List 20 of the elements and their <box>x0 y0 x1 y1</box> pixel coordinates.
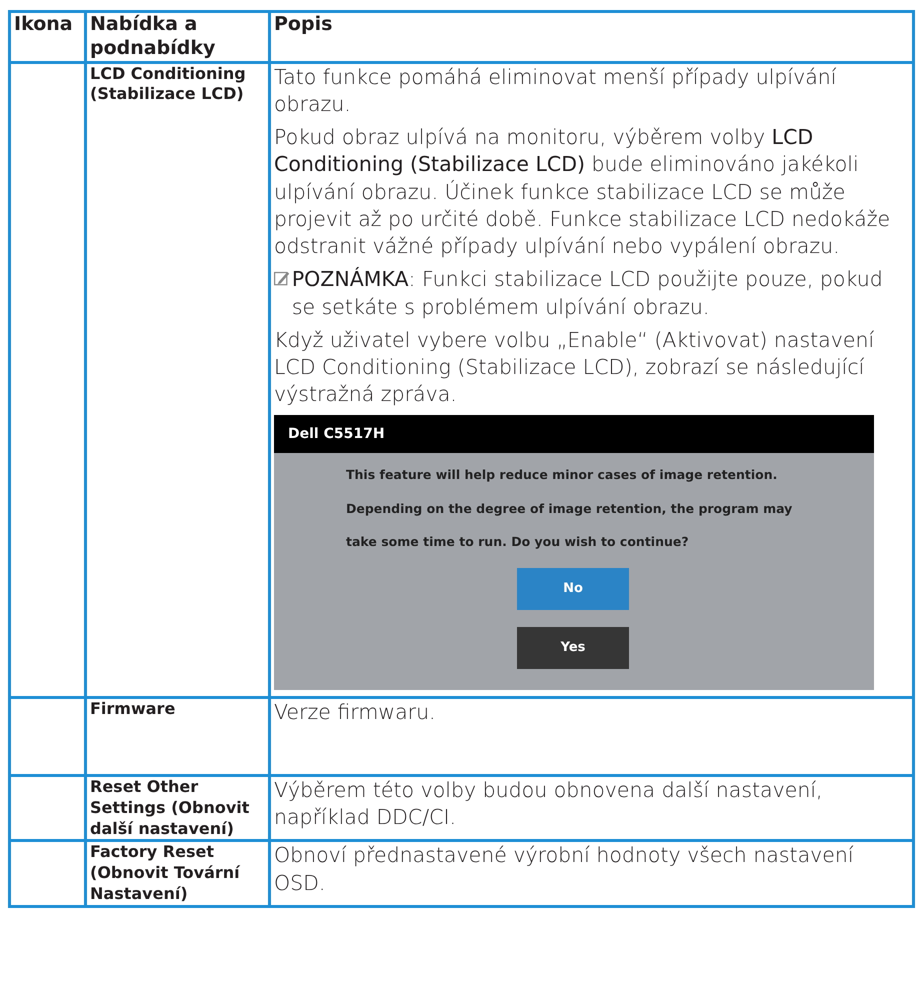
description-text: Když uživatel vybere volbu „Enable“ (Aktivovat) nastavení LCD Conditioning (Stabilizace LCD), zobrazí se následující výstražná zpráva. <box>274 326 876 408</box>
menu-item-name: Reset Other Settings (Obnovit další nastavení) <box>86 775 270 841</box>
description-text: Verze firmwaru. <box>274 698 437 726</box>
column-header: Nabídka a podnabídky <box>86 12 270 62</box>
menu-item-name: Firmware <box>86 697 270 776</box>
dialog-message: This feature will help reduce minor cases of image retention. <box>346 467 778 484</box>
description-text: Pokud obraz ulpívá na monitoru, výběrem volby LCD Conditioning (Stabilizace LCD) bude eliminováno jakékoli ulpívání obrazu. Účinek funkce stabilizace LCD se může projevit až po určité době. Funkce stabilizace LCD nedokáže odstranit vážné případy ulpívání nebo vypálení obrazu. <box>274 124 892 260</box>
menu-item-name: Factory Reset (Obnovit Tovární Nastavení) <box>86 840 270 906</box>
dialog-button[interactable]: No <box>517 568 629 610</box>
note-text: POZNÁMKA: Funkci stabilizace LCD použijte pouze, pokud se setkáte s problémem ulpívání obrazu. <box>292 266 884 320</box>
description-text: Obnoví přednastavené výrobní hodnoty všech nastavení OSD. <box>274 842 855 897</box>
dialog-title: Dell C5517H <box>274 414 874 454</box>
menu-item-name: LCD Conditioning (Stabilizace LCD) <box>86 62 270 698</box>
description-text: Výběrem této volby budou obnovena další nastavení, například DDC/CI. <box>274 776 824 832</box>
description-text: Tato funkce pomáhá eliminovat menší případy ulpívání obrazu. <box>274 64 838 118</box>
column-header: Ikona <box>10 12 86 62</box>
column-header: Popis <box>270 12 914 62</box>
dialog-message: take some time to run. Do you wish to continue? <box>346 534 690 551</box>
dialog-message: Depending on the degree of image retention, the program may <box>346 500 794 518</box>
dialog-button[interactable]: Yes <box>517 626 629 669</box>
